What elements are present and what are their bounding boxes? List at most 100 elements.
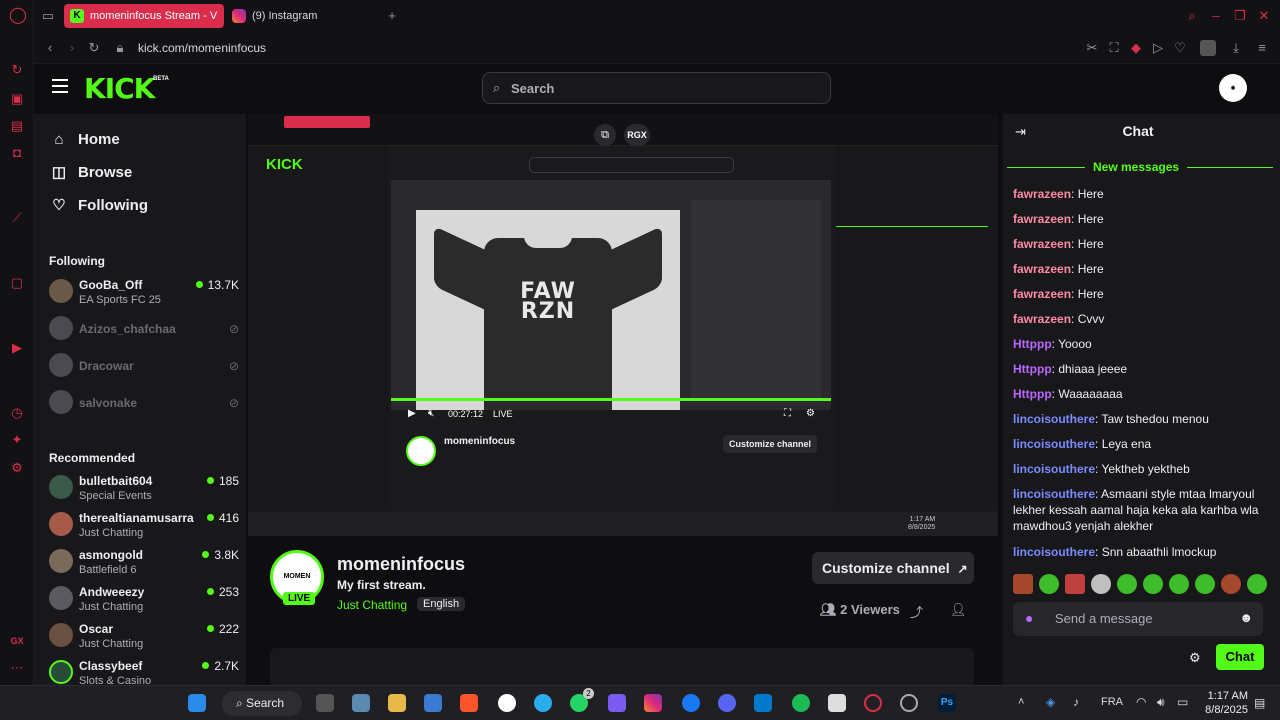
kick-logo[interactable]: KICK [84, 72, 155, 105]
reload-icon[interactable]: ↻ [86, 40, 102, 56]
task-view-icon[interactable] [316, 694, 334, 712]
vscode-icon[interactable] [754, 694, 772, 712]
sidebar-item-following[interactable]: ♡ Following [50, 194, 148, 218]
emote[interactable] [1195, 574, 1215, 594]
opera-logo-icon[interactable]: ◯ [9, 8, 27, 24]
share-icon[interactable]: ⤴ [910, 602, 923, 621]
player-icon[interactable]: ▶ [9, 340, 25, 356]
forward-icon[interactable]: › [64, 40, 80, 56]
history-icon[interactable]: ◷ [9, 405, 25, 421]
instagram-icon[interactable] [644, 694, 662, 712]
volume-icon[interactable]: 🔊︎ [1157, 695, 1165, 710]
gx-icon[interactable]: GX [9, 633, 25, 649]
battery-icon[interactable]: ▭ [1177, 695, 1188, 709]
fullscreen-icon[interactable]: ⛶ [784, 408, 791, 419]
user-avatar[interactable]: ◉ [1219, 74, 1247, 102]
security-icon[interactable]: ◈ [1046, 695, 1055, 709]
wifi-icon[interactable]: ◠ [1136, 695, 1146, 709]
settings-icon[interactable]: ⚙ [9, 460, 25, 476]
chat-username[interactable]: fawrazeen [1013, 262, 1071, 276]
tab-islands-icon[interactable]: ▤ [9, 118, 25, 134]
kick-app-icon[interactable]: ⟋ [9, 210, 25, 226]
discord-icon[interactable] [718, 694, 736, 712]
recommended-channel[interactable]: therealtianamusarra Just Chatting 416 [49, 509, 239, 543]
following-channel[interactable]: GooBa_Off EA Sports FC 25 13.7K [49, 276, 239, 310]
emote[interactable] [1143, 574, 1163, 594]
channel-name[interactable]: momeninfocus [337, 554, 465, 575]
emote[interactable] [1117, 574, 1137, 594]
new-tab-icon[interactable]: + [384, 8, 400, 24]
snapshot-icon[interactable]: ✂ [1084, 40, 1100, 56]
chat-username[interactable]: fawrazeen [1013, 212, 1071, 226]
settings-icon[interactable]: ⚙ [806, 408, 815, 419]
obs-icon[interactable] [900, 694, 918, 712]
download-icon[interactable]: ⤓ [1228, 40, 1244, 56]
chat-username[interactable]: lincoisouthere [1013, 412, 1095, 426]
customize-channel-button[interactable]: Customize channel ↗ [812, 552, 974, 584]
photoshop-icon[interactable]: Ps [938, 694, 956, 712]
play-icon[interactable]: ▷ [1150, 40, 1166, 56]
send-chat-button[interactable]: Chat [1216, 644, 1264, 670]
facebook-icon[interactable] [682, 694, 700, 712]
chat-username[interactable]: Httppp [1013, 362, 1052, 376]
recommended-channel[interactable]: asmongold Battlefield 6 3.8K [49, 546, 239, 580]
start-button-icon[interactable] [188, 694, 206, 712]
tray-overflow-icon[interactable]: ˄ [1018, 696, 1024, 708]
category-link[interactable]: Just Chatting [337, 598, 407, 612]
close-window-icon[interactable]: ✕ [1256, 8, 1272, 24]
emote[interactable] [1039, 574, 1059, 594]
capcut-icon[interactable] [828, 694, 846, 712]
tab-snap-icon[interactable]: ⛶ [1106, 40, 1122, 56]
picture-in-picture-icon[interactable]: ⧉ [594, 124, 616, 146]
emote[interactable] [1169, 574, 1189, 594]
emote[interactable] [1065, 574, 1085, 594]
progress-bar[interactable] [391, 398, 831, 401]
following-channel-offline[interactable]: Azizos_chafchaa ⊘ [49, 313, 239, 347]
crypto-wallet-icon[interactable]: ▣ [9, 91, 25, 107]
video-player[interactable]: KICK FAW RZN ⧉ RGX ▶ 🔇︎ 00:27:12 LIVE ⛶ … [248, 114, 998, 536]
chat-username[interactable]: fawrazeen [1013, 287, 1071, 301]
whatsapp-icon[interactable]: 2 [570, 688, 594, 712]
easy-setup-icon[interactable]: ≡ [1254, 40, 1270, 56]
search-tabs-icon[interactable]: ⌕ [1184, 8, 1200, 24]
extensions-icon[interactable]: ✦ [9, 432, 25, 448]
recommended-channel[interactable]: Classybeef Slots & Casino 2.7K [49, 657, 239, 685]
twitch-icon[interactable]: ▢ [9, 275, 25, 291]
aria-icon[interactable]: ↻ [9, 62, 25, 78]
hamburger-menu-icon[interactable] [52, 79, 68, 93]
emote[interactable] [1091, 574, 1111, 594]
recommended-channel[interactable]: Oscar Just Chatting 222 [49, 620, 239, 654]
play-icon[interactable]: ▶ [408, 408, 416, 419]
emote[interactable] [1247, 574, 1267, 594]
tab-kick[interactable]: K momeninfocus Stream - V [64, 4, 224, 28]
sidebar-item-home[interactable]: ⌂ Home [50, 128, 119, 152]
chat-username[interactable]: fawrazeen [1013, 187, 1071, 201]
chat-username[interactable]: lincoisouthere [1013, 437, 1095, 451]
minimize-icon[interactable]: – [1208, 8, 1224, 24]
chat-username[interactable]: lincoisouthere [1013, 462, 1095, 476]
search-input[interactable]: ⌕ Search [482, 72, 831, 104]
widgets-icon[interactable] [352, 694, 370, 712]
volume-icon[interactable]: 🔇︎ [428, 408, 434, 419]
tab-instagram[interactable]: (9) Instagram [226, 4, 386, 28]
file-explorer-icon[interactable] [388, 694, 406, 712]
chat-settings-icon[interactable]: ⚙ [1189, 650, 1201, 666]
recommended-channel[interactable]: Andweeezy Just Chatting 253 [49, 583, 239, 617]
app-icon[interactable] [608, 694, 626, 712]
bookmark-heart-icon[interactable]: ♡ [1172, 40, 1188, 56]
opera-gx-icon[interactable] [864, 694, 882, 712]
spotify-icon[interactable] [792, 694, 810, 712]
chat-username[interactable]: lincoisouthere [1013, 487, 1095, 501]
more-icon[interactable]: ⋯ [9, 660, 25, 676]
brave-icon[interactable] [460, 694, 478, 712]
url-field[interactable]: kick.com/momeninfocus [138, 41, 266, 55]
tab-menu-icon[interactable]: ▭ [40, 8, 56, 24]
taskbar-search[interactable]: ⌕ Search [222, 691, 302, 716]
following-channel-offline[interactable]: salvonake ⊘ [49, 387, 239, 421]
sidebar-item-browse[interactable]: ◫ Browse [50, 161, 132, 185]
chat-username[interactable]: fawrazeen [1013, 237, 1071, 251]
back-icon[interactable]: ‹ [42, 40, 58, 56]
language-indicator[interactable]: FRA [1101, 696, 1123, 708]
rgx-button[interactable]: RGX [624, 124, 650, 146]
microphone-icon[interactable]: ● [1025, 610, 1033, 626]
